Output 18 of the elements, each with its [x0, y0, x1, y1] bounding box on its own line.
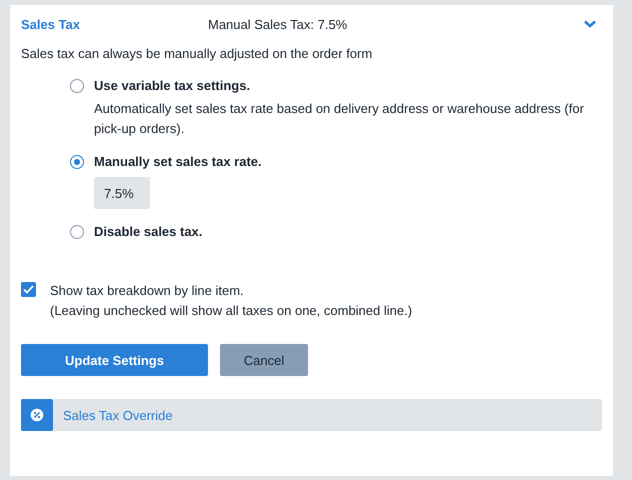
option-label[interactable]: Manually set sales tax rate. [94, 153, 262, 171]
option-description: Automatically set sales tax rate based on delivery address or warehouse address (for pick-up orders). [94, 100, 585, 138]
option-label[interactable]: Disable sales tax. [94, 223, 202, 241]
cancel-button[interactable]: Cancel [220, 344, 308, 376]
info-text: Sales tax can always be manually adjusted on the order form [21, 45, 374, 63]
option-label[interactable]: Use variable tax settings. [94, 77, 602, 95]
checkbox[interactable] [21, 282, 36, 297]
checkbox-label[interactable]: Show tax breakdown by line item. [50, 281, 412, 301]
radio-button[interactable] [70, 79, 84, 93]
checkbox-hint: (Leaving unchecked will show all taxes on one, combined line.) [50, 302, 412, 320]
percent-badge-icon [21, 399, 53, 431]
section-summary: Manual Sales Tax: 7.5% [208, 16, 348, 32]
radio-button[interactable] [70, 225, 84, 239]
update-button[interactable]: Update Settings [21, 344, 208, 376]
chevron-down-icon[interactable] [584, 20, 596, 28]
section-title[interactable]: Sales Tax [21, 16, 208, 32]
tax-rate-field[interactable]: 7.5% [94, 177, 150, 209]
radio-button[interactable] [70, 155, 84, 169]
